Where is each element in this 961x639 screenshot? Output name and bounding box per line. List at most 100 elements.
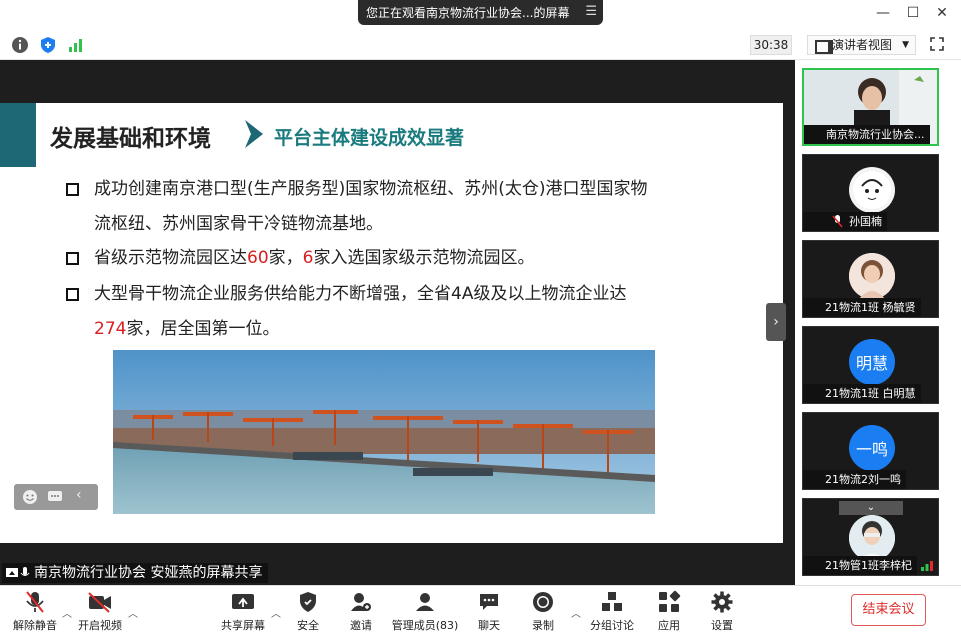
bullet-2: 省级示范物流园区达60家，6家入选国家级示范物流园区。 (66, 241, 746, 276)
chevron-up-icon[interactable]: ︿ (271, 605, 281, 620)
avatar (849, 253, 895, 299)
participant-name: 21物管1班李梓杞 (803, 556, 917, 575)
minimize-icon[interactable]: — (873, 5, 893, 21)
invite-label: 邀请 (350, 619, 372, 632)
add-user-icon (351, 593, 371, 611)
avatar-image (853, 171, 891, 209)
collapse-panel-button[interactable]: › (766, 303, 786, 341)
emoji-icon[interactable] (22, 489, 38, 505)
avatar-image (849, 253, 895, 299)
close-icon[interactable]: ✕ (932, 5, 952, 21)
bullet-2-num2: 6 (302, 248, 314, 268)
participant-name: 21物流1班 白明慧 (803, 384, 921, 403)
checkbox-square-icon (66, 288, 79, 301)
chevron-up-icon[interactable]: ︿ (571, 605, 581, 620)
info-icon[interactable] (11, 36, 29, 54)
shield-icon[interactable] (39, 36, 57, 54)
signal-icon[interactable] (67, 36, 85, 54)
chevron-left-icon[interactable]: ‹ (76, 487, 82, 503)
participant-tile[interactable]: ⌄ 21物管1班李梓杞 (802, 498, 939, 576)
comment-icon[interactable] (47, 489, 63, 505)
bullet-3-num: 274 (94, 319, 127, 339)
start-video-button[interactable]: 开启视频 (76, 590, 124, 633)
participant-name: 南京物流行业协会... (804, 125, 930, 144)
chevron-up-icon[interactable]: ︿ (62, 605, 72, 620)
mic-muted-icon (26, 591, 44, 613)
view-mode-label: 演讲者视图 (832, 38, 893, 52)
bullet-2-mid: 家， (268, 248, 303, 268)
apps-button[interactable]: 应用 (654, 590, 684, 633)
share-screen-label: 共享屏幕 (221, 619, 265, 632)
chevron-down-icon[interactable]: ⌄ (839, 501, 903, 515)
participant-tile[interactable]: 一鸣 21物流2刘一鸣 (802, 412, 939, 490)
menu-icon[interactable]: ☰ (585, 4, 597, 19)
floating-controls[interactable]: ‹ (14, 484, 98, 510)
screen-share-label: 南京物流行业协会 安娅燕的屏幕共享 (2, 563, 269, 583)
end-meeting-button[interactable]: 结束会议 (851, 594, 926, 626)
header-accent-bar (0, 103, 36, 167)
sharing-title-text: 您正在观看南京物流行业协会...的屏幕 (366, 6, 570, 20)
participant-tile[interactable]: 孙国楠 (802, 154, 939, 232)
video-off-icon (88, 592, 111, 613)
apps-icon (659, 590, 681, 612)
apps-label: 应用 (658, 619, 680, 632)
chat-label: 聊天 (478, 619, 500, 632)
avatar: 一鸣 (849, 425, 895, 471)
meeting-timer: 30:38 (750, 35, 792, 55)
members-icon (416, 593, 434, 611)
share-screen-icon (232, 594, 254, 609)
unmute-label: 解除静音 (13, 619, 57, 632)
participant-name: 21物流1班 杨毓贤 (803, 298, 921, 317)
security-button[interactable]: 安全 (291, 590, 325, 633)
mic-muted-icon (832, 215, 843, 228)
participant-name: 孙国楠 (803, 212, 887, 231)
bullet-1-line2: 流枢纽、苏州国家骨干冷链物流基地。 (94, 214, 383, 234)
microphone-icon (20, 567, 30, 576)
chat-button[interactable]: 聊天 (474, 590, 504, 633)
view-mode-dropdown[interactable]: 演讲者视图 ▼ (807, 35, 916, 55)
bullet-3: 大型骨干物流企业服务供给能力不断增强，全省4A级及以上物流企业达 274家，居全… (66, 277, 746, 347)
chevron-right-icon (245, 120, 263, 148)
gear-icon (711, 591, 733, 613)
sharing-title[interactable]: 您正在观看南京物流行业协会...的屏幕 ☰ (358, 0, 603, 25)
avatar (849, 167, 895, 213)
start-video-label: 开启视频 (78, 619, 122, 632)
screen-share-icon (6, 568, 18, 577)
screen-share-text: 南京物流行业协会 安娅燕的屏幕共享 (34, 565, 263, 581)
participant-tile[interactable]: 明慧 21物流1班 白明慧 (802, 326, 939, 404)
chevron-up-icon[interactable]: ︿ (128, 605, 138, 620)
unmute-button[interactable]: 解除静音 (12, 590, 58, 633)
title-bar: 您正在观看南京物流行业协会...的屏幕 ☰ — ☐ ✕ (0, 0, 961, 28)
bullet-3-line2: 家，居全国第一位。 (126, 319, 280, 339)
participant-tile[interactable]: 21物流1班 杨毓贤 (802, 240, 939, 318)
settings-button[interactable]: 设置 (707, 590, 737, 633)
slide-subheading: 平台主体建设成效显著 (274, 127, 465, 149)
bullet-2-num1: 60 (247, 248, 269, 268)
checkbox-square-icon (66, 252, 79, 265)
avatar-image (849, 515, 895, 561)
share-screen-button[interactable]: 共享屏幕 (218, 590, 268, 633)
manage-members-label: 管理成员(83) (391, 619, 459, 632)
avatar: 明慧 (849, 339, 895, 385)
bullet-3-line1: 大型骨干物流企业服务供给能力不断增强，全省4A级及以上物流企业达 (94, 284, 627, 304)
manage-members-button[interactable]: 管理成员(83) (390, 590, 460, 633)
bullet-2-post: 家入选国家级示范物流园区。 (313, 248, 535, 268)
bullet-1-line1: 成功创建南京港口型(生产服务型)国家物流枢纽、苏州(太仓)港口型国家物 (94, 179, 648, 199)
fullscreen-icon[interactable] (930, 37, 944, 51)
avatar (849, 515, 895, 561)
port-photo (113, 350, 655, 514)
record-label: 录制 (532, 619, 554, 632)
settings-label: 设置 (711, 619, 733, 632)
breakout-label: 分组讨论 (590, 619, 634, 632)
bullet-1: 成功创建南京港口型(生产服务型)国家物流枢纽、苏州(太仓)港口型国家物 流枢纽、… (66, 172, 746, 242)
shield-icon (300, 592, 316, 612)
record-button[interactable]: 录制 (528, 590, 558, 633)
slide-heading: 发展基础和环境 (50, 126, 211, 152)
maximize-icon[interactable]: ☐ (903, 5, 923, 21)
record-icon (533, 592, 553, 612)
breakout-icon (602, 592, 622, 611)
security-label: 安全 (297, 619, 319, 632)
breakout-button[interactable]: 分组讨论 (588, 590, 636, 633)
participant-tile[interactable]: 南京物流行业协会... (802, 68, 939, 146)
invite-button[interactable]: 邀请 (344, 590, 378, 633)
